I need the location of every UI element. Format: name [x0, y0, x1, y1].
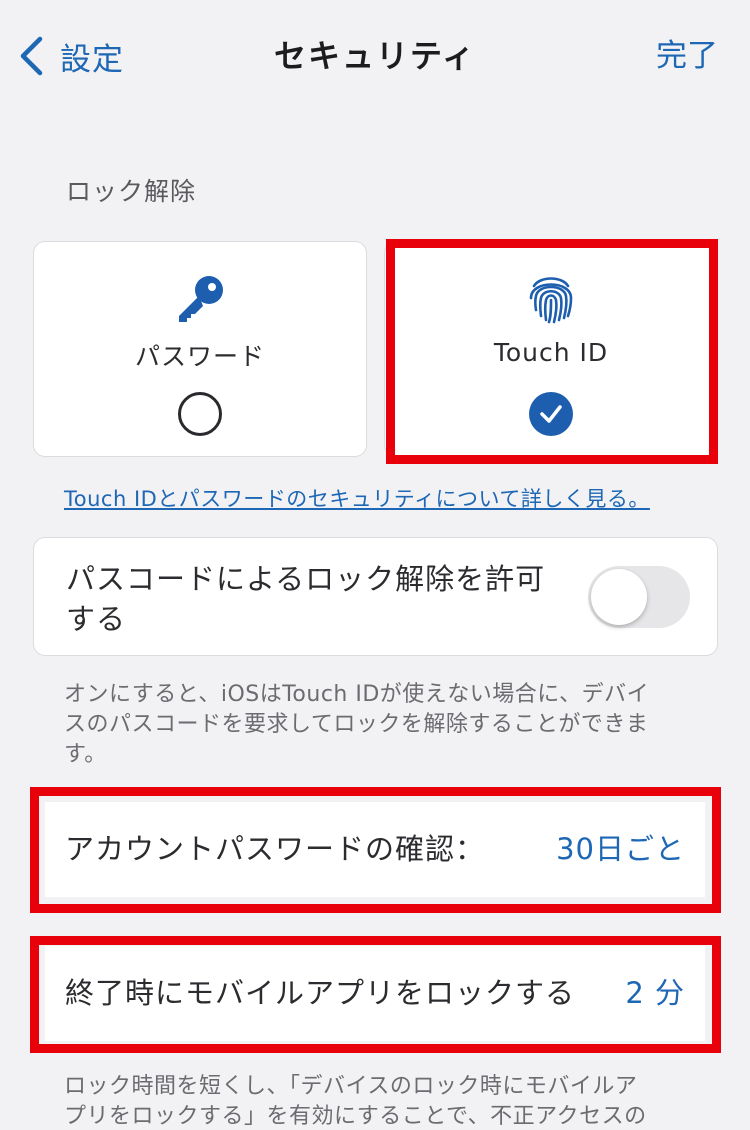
done-button[interactable]: 完了 [656, 34, 718, 78]
passcode-unlock-label: パスコードによるロック解除を許可 する [66, 562, 546, 636]
unlock-section-label: ロック解除 [66, 177, 197, 206]
touch-id-option-label: Touch ID [493, 338, 609, 367]
passcode-unlock-row: パスコードによるロック解除を許可 する [33, 537, 718, 656]
lock-time-footnote: ロック時間を短くし、「デバイスのロック時にモバイルア プリをロックする」を有効に… [64, 1074, 647, 1129]
lock-on-exit-value: 2 分 [625, 976, 685, 1010]
key-icon [179, 276, 223, 322]
passcode-unlock-toggle[interactable] [588, 566, 690, 628]
checkmark-icon [540, 405, 562, 423]
password-option-card[interactable]: パスワード [33, 241, 367, 457]
fingerprint-icon [529, 277, 573, 324]
account-password-confirm-value: 30日ごと [556, 832, 685, 866]
navigation-bar: 設定 セキュリティ 完了 [0, 0, 750, 110]
account-password-confirm-label: アカウントパスワードの確認： [65, 832, 486, 866]
toggle-knob [591, 569, 647, 625]
page-title: セキュリティ [273, 37, 477, 75]
password-radio[interactable] [178, 392, 222, 436]
lock-on-exit-label: 終了時にモバイルアプリをロックする [65, 976, 576, 1010]
touch-id-radio[interactable] [529, 392, 573, 436]
account-password-confirm-row[interactable]: アカウントパスワードの確認： 30日ごと [45, 802, 705, 897]
learn-more-link[interactable]: Touch IDとパスワードのセキュリティについて詳しく見る。 [64, 483, 650, 513]
touch-id-option-card[interactable]: Touch ID [384, 241, 718, 457]
password-option-label: パスワード [134, 342, 265, 371]
lock-on-exit-row[interactable]: 終了時にモバイルアプリをロックする 2 分 [45, 946, 705, 1041]
passcode-footnote: オンにすると、iOSはTouch IDが使えない場合に、デバイ スのパスコードを… [64, 682, 650, 767]
